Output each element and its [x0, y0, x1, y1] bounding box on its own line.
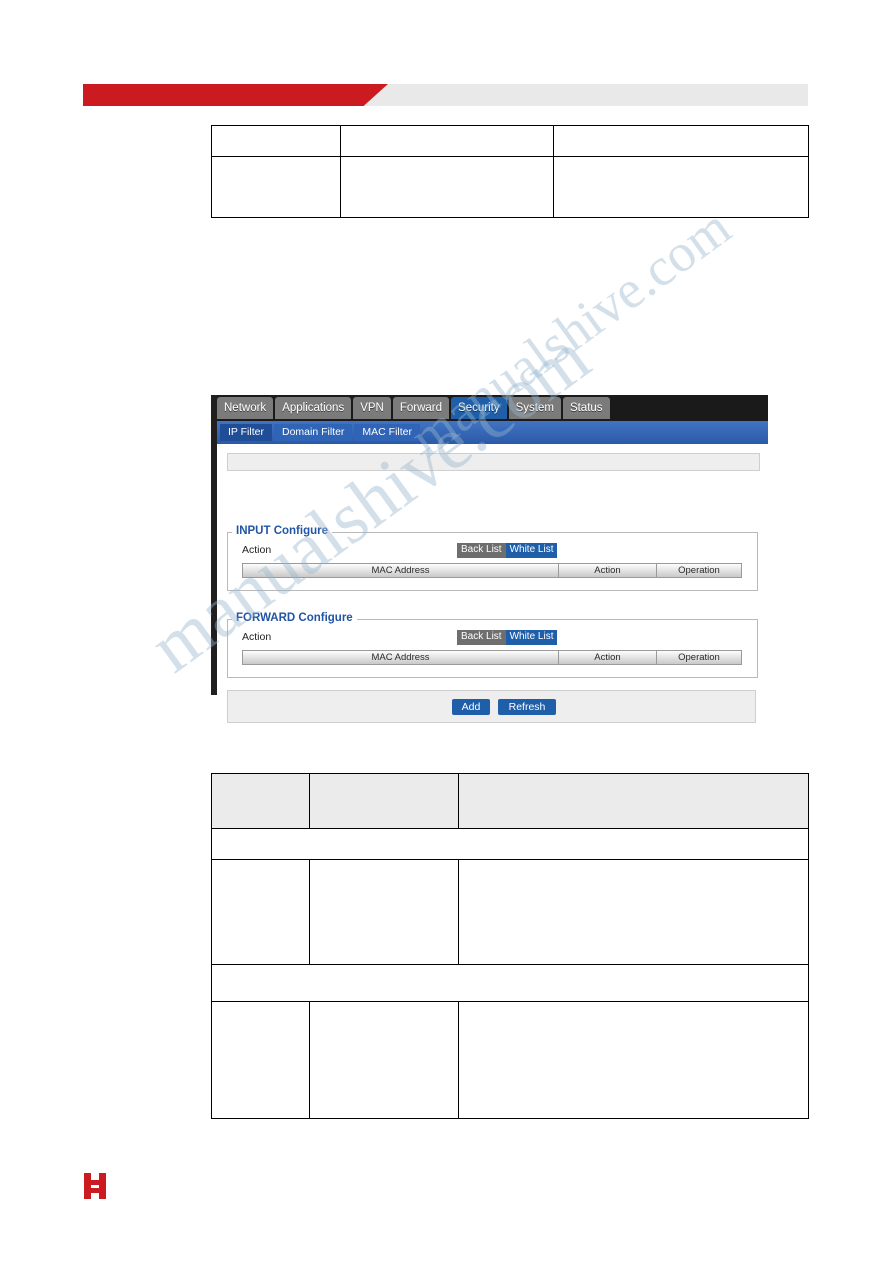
table-cell [211, 964, 809, 1002]
router-web-ui-screenshot: Network Applications VPN Forward Securit… [211, 395, 768, 723]
table-cell [211, 828, 809, 860]
forward-column-operation: Operation [657, 651, 741, 664]
forward-column-mac-address: MAC Address [243, 651, 559, 664]
table-row [211, 828, 809, 860]
ui-content-area: INPUT Configure Action Back List White L… [217, 444, 768, 723]
table-cell [340, 156, 554, 218]
sub-tab-domain-filter[interactable]: Domain Filter [273, 424, 353, 441]
table-cell [553, 125, 809, 157]
table-cell [211, 773, 310, 829]
table-cell [211, 156, 341, 218]
input-black-list-button[interactable]: Back List [457, 543, 506, 558]
forward-column-action: Action [559, 651, 657, 664]
table-row [211, 156, 809, 218]
logo-bar-right [99, 1173, 106, 1199]
input-configure-title: INPUT Configure [232, 525, 332, 537]
table-row [211, 125, 809, 157]
forward-action-toggle-group: Back List White List [457, 630, 558, 645]
table-row [211, 964, 809, 1002]
refresh-button[interactable]: Refresh [498, 699, 556, 715]
footer-brand-logo [84, 1173, 108, 1199]
table-row [211, 1001, 809, 1119]
table-cell [458, 1001, 809, 1119]
input-configure-panel: INPUT Configure Action Back List White L… [227, 525, 758, 591]
input-column-action: Action [559, 564, 657, 577]
input-table-header: MAC Address Action Operation [242, 563, 742, 578]
table-cell [211, 859, 310, 965]
table-row [211, 773, 809, 829]
header-band-red [83, 84, 388, 106]
table-cell [211, 1001, 310, 1119]
input-action-toggle-group: Back List White List [457, 543, 558, 558]
forward-configure-panel: FORWARD Configure Action Back List White… [227, 612, 758, 678]
nav-tab-system[interactable]: System [508, 397, 561, 419]
input-column-mac-address: MAC Address [243, 564, 559, 577]
logo-bar-left [84, 1173, 91, 1199]
forward-action-row: Action Back List White List [242, 630, 742, 646]
sub-tab-mac-filter[interactable]: MAC Filter [354, 424, 421, 441]
forward-configure-title: FORWARD Configure [232, 612, 357, 624]
input-white-list-button[interactable]: White List [505, 543, 558, 558]
sub-nav-bar: IP Filter Domain Filter MAC Filter [217, 421, 768, 444]
nav-tab-security[interactable]: Security [451, 397, 507, 419]
ui-body: Network Applications VPN Forward Securit… [217, 395, 768, 723]
table-cell [309, 859, 459, 965]
forward-action-label: Action [242, 631, 272, 643]
table-cell [458, 773, 809, 829]
nav-tab-network[interactable]: Network [217, 397, 274, 419]
top-parameter-table [211, 125, 809, 218]
page-header-band [83, 84, 808, 106]
table-cell [553, 156, 809, 218]
main-nav-tabs: Network Applications VPN Forward Securit… [217, 397, 610, 419]
sub-tab-ip-filter[interactable]: IP Filter [220, 424, 272, 441]
forward-table-header: MAC Address Action Operation [242, 650, 742, 665]
table-cell [340, 125, 554, 157]
sub-nav-tabs: IP Filter Domain Filter MAC Filter [220, 424, 421, 441]
logo-bar-top [89, 1180, 101, 1185]
input-column-operation: Operation [657, 564, 741, 577]
content-top-strip [227, 453, 760, 471]
main-nav-bar: Network Applications VPN Forward Securit… [217, 395, 768, 421]
table-cell [309, 1001, 459, 1119]
bottom-parameter-table [211, 773, 809, 1119]
table-row [211, 859, 809, 965]
logo-bar-bottom [89, 1188, 101, 1193]
input-action-row: Action Back List White List [242, 543, 742, 559]
add-button[interactable]: Add [452, 699, 490, 715]
table-cell [458, 859, 809, 965]
ui-footer-bar: Add Refresh [227, 690, 756, 723]
nav-tab-status[interactable]: Status [562, 397, 610, 419]
table-cell [211, 125, 341, 157]
table-cell [309, 773, 459, 829]
nav-tab-vpn[interactable]: VPN [353, 397, 391, 419]
input-action-label: Action [242, 544, 272, 556]
nav-tab-applications[interactable]: Applications [275, 397, 352, 419]
forward-white-list-button[interactable]: White List [505, 630, 558, 645]
forward-black-list-button[interactable]: Back List [457, 630, 506, 645]
nav-tab-forward[interactable]: Forward [392, 397, 450, 419]
